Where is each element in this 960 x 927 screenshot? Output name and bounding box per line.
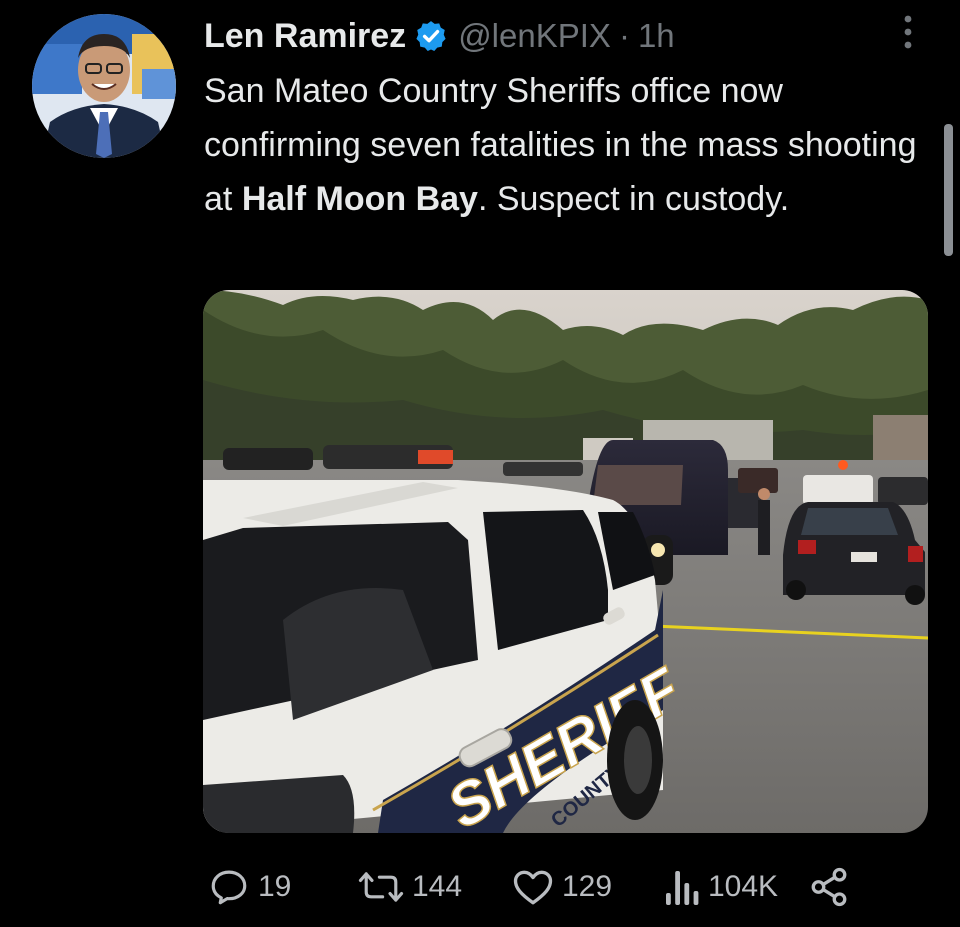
tweet-text: San Mateo Country Sheriffs office now co… [204, 64, 924, 226]
retweet-button[interactable]: 144 [358, 862, 462, 912]
tweet-header: Len Ramirez @lenKPIX · 1h [204, 12, 675, 60]
share-button[interactable] [808, 862, 850, 912]
avatar[interactable] [32, 14, 176, 158]
tweet-view: Len Ramirez @lenKPIX · 1h San Mateo Coun… [0, 0, 960, 927]
views-icon [664, 867, 700, 907]
like-count: 129 [562, 870, 613, 903]
verified-badge-icon [414, 19, 448, 53]
reply-button[interactable]: 19 [208, 862, 291, 912]
avatar-image [32, 14, 176, 158]
author-handle[interactable]: @lenKPIX [458, 17, 611, 55]
timestamp[interactable]: 1h [638, 17, 675, 55]
reply-count: 19 [258, 870, 292, 903]
photo-scene: SHERIFF COUNTY [203, 290, 928, 833]
scrollbar[interactable] [944, 124, 953, 256]
retweet-count: 144 [412, 870, 463, 903]
like-button[interactable]: 129 [512, 862, 612, 912]
retweet-icon [358, 866, 404, 908]
tweet-text-part2: . Suspect in custody. [477, 180, 790, 218]
heart-icon [512, 867, 554, 907]
separator-dot: · [618, 17, 630, 54]
tweet-photo[interactable]: SHERIFF COUNTY [203, 290, 928, 833]
views-count: 104K [708, 870, 779, 903]
author-name[interactable]: Len Ramirez [204, 17, 406, 56]
reply-icon [208, 866, 250, 908]
tweet-actions: 19 144 129 104K [0, 862, 960, 912]
tweet-text-location: Half Moon Bay [241, 180, 478, 218]
more-options-icon[interactable] [898, 14, 918, 50]
share-icon [808, 866, 850, 908]
views-button[interactable]: 104K [664, 862, 778, 912]
